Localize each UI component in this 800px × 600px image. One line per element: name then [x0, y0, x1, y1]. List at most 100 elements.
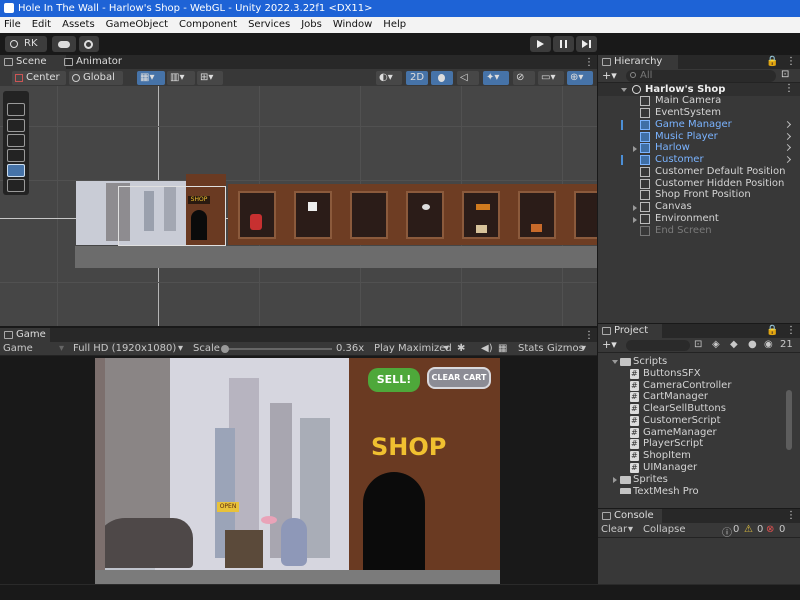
hierarchy-item-end-screen[interactable]: End Screen — [640, 225, 712, 237]
space-dropdown[interactable]: Global ▾ — [69, 71, 123, 97]
speaker-icon[interactable]: ◀) — [481, 343, 493, 354]
play-button[interactable] — [530, 36, 551, 52]
project-folder-scripts[interactable]: Scripts — [620, 356, 667, 368]
pause-button[interactable] — [553, 36, 574, 52]
project-script[interactable]: ButtonsSFX — [630, 368, 701, 380]
tab-hierarchy[interactable]: Hierarchy — [598, 55, 678, 69]
scale-tool-icon[interactable] — [7, 149, 25, 162]
search-by-label-icon[interactable]: ◈ — [712, 339, 720, 350]
info-icon[interactable]: ⓘ — [722, 524, 732, 539]
camera-settings-button[interactable]: ▭▾ — [538, 71, 564, 85]
menu-file[interactable]: File — [4, 17, 21, 33]
menu-window[interactable]: Window — [333, 17, 372, 33]
rotate-tool-icon[interactable] — [7, 134, 25, 147]
hierarchy-item-shop-front-position[interactable]: Shop Front Position — [640, 189, 751, 201]
tab-animator[interactable]: Animator — [60, 55, 126, 69]
stats-button[interactable]: Stats — [518, 343, 544, 354]
expand-scripts-arrow-icon[interactable] — [612, 360, 618, 364]
clear-options-arrow-icon[interactable]: ▾ — [628, 524, 633, 535]
step-button[interactable] — [576, 36, 597, 52]
expand-harlow-arrow-icon[interactable] — [633, 146, 637, 152]
hierarchy-item-customer[interactable]: Customer — [640, 154, 704, 166]
visibility-icon[interactable]: ◉ — [764, 339, 773, 350]
collapse-button[interactable]: Collapse — [643, 524, 686, 535]
menu-jobs[interactable]: Jobs — [301, 17, 322, 33]
scale-slider[interactable] — [221, 345, 332, 353]
gizmos-toggle[interactable]: ⊕▾ — [567, 71, 593, 85]
effects-toggle[interactable]: ✦▾ — [483, 71, 509, 85]
game-view[interactable]: OPEN SELL! CLEAR CART SHOP — [95, 358, 500, 584]
vsync-icon[interactable]: ▦ — [498, 343, 507, 354]
menu-component[interactable]: Component — [179, 17, 237, 33]
menu-help[interactable]: Help — [383, 17, 406, 33]
resolution-dropdown[interactable]: Full HD (1920x1080) — [73, 343, 176, 354]
rect-tool-icon[interactable] — [7, 164, 25, 177]
cloud-button[interactable] — [52, 36, 76, 52]
clear-cart-button[interactable]: CLEAR CART — [427, 367, 491, 389]
menu-services[interactable]: Services — [248, 17, 290, 33]
menu-assets[interactable]: Assets — [62, 17, 95, 33]
game-panel-menu-icon[interactable]: ⋮ — [584, 330, 594, 341]
hierarchy-item-main-camera[interactable]: Main Camera — [640, 95, 721, 107]
project-script[interactable]: UIManager — [630, 462, 697, 474]
hierarchy-item-environment[interactable]: Environment — [640, 213, 719, 225]
tab-game[interactable]: Game — [0, 328, 50, 342]
hierarchy-item-canvas[interactable]: Canvas — [640, 201, 692, 213]
hierarchy-item-harlow[interactable]: Harlow — [640, 142, 690, 154]
console-menu-icon[interactable]: ⋮ — [786, 510, 796, 521]
move-tool-icon[interactable] — [7, 119, 25, 132]
hierarchy-search-input[interactable]: All — [626, 70, 776, 82]
settings-button[interactable] — [79, 36, 99, 52]
project-script[interactable]: ShopItem — [630, 450, 691, 462]
hidden-objects-toggle[interactable]: ⊘ — [513, 71, 535, 85]
project-script[interactable]: CartManager — [630, 391, 708, 403]
transform-tool-icon[interactable] — [7, 179, 25, 192]
create-asset-button[interactable]: +▾ — [602, 338, 617, 351]
menu-gameobject[interactable]: GameObject — [106, 17, 168, 33]
play-mode-dropdown[interactable]: Play Maximized — [374, 343, 452, 354]
project-folder-textmesh-pro[interactable]: TextMesh Pro — [620, 486, 790, 494]
tag-icon[interactable]: ◆ — [730, 339, 738, 350]
clear-button[interactable]: Clear — [601, 524, 627, 535]
project-scrollbar[interactable] — [786, 390, 792, 450]
hidden-packages-icon[interactable]: ● — [748, 339, 757, 350]
tab-scene[interactable]: Scene — [0, 55, 66, 69]
gizmos-button[interactable]: Gizmos — [547, 343, 584, 354]
hand-tool-icon[interactable] — [7, 103, 25, 116]
lock-icon[interactable]: 🔒 — [766, 325, 778, 336]
scene-panel-menu-icon[interactable]: ⋮ — [584, 57, 594, 68]
expand-sprites-arrow-icon[interactable] — [613, 477, 617, 483]
align-button[interactable]: ⊞▾ — [197, 71, 223, 85]
increment-snap-button[interactable]: ▥▾ — [167, 71, 195, 85]
hierarchy-item-game-manager[interactable]: Game Manager — [640, 119, 732, 131]
project-script[interactable]: PlayerScript — [630, 438, 703, 450]
scale-slider-handle[interactable] — [221, 345, 229, 353]
search-options-icon[interactable]: ⊡ — [781, 69, 789, 80]
expand-arrow-icon[interactable] — [621, 88, 627, 92]
expand-environment-arrow-icon[interactable] — [633, 217, 637, 223]
project-search-input[interactable] — [626, 340, 690, 351]
menu-edit[interactable]: Edit — [32, 17, 51, 33]
shading-mode-button[interactable]: ◐▾ — [376, 71, 402, 85]
project-script[interactable]: ClearSellButtons — [630, 403, 726, 415]
project-script[interactable]: CustomerScript — [630, 415, 721, 427]
bug-icon[interactable]: ✱ — [457, 343, 465, 354]
add-object-button[interactable]: +▾ — [602, 69, 617, 82]
lighting-toggle[interactable] — [431, 71, 453, 85]
expand-canvas-arrow-icon[interactable] — [633, 205, 637, 211]
grid-snap-button[interactable]: ▦▾ — [137, 71, 165, 85]
error-icon[interactable]: ⊗ — [766, 524, 774, 535]
hierarchy-item-customer-default-position[interactable]: Customer Default Position — [640, 166, 785, 178]
tab-project[interactable]: Project — [598, 324, 662, 338]
tab-console[interactable]: Console — [598, 509, 662, 523]
pivot-dropdown[interactable]: Center ▾ — [12, 71, 66, 97]
project-menu-icon[interactable]: ⋮ — [786, 325, 796, 336]
hierarchy-menu-icon[interactable]: ⋮ — [786, 56, 796, 67]
search-by-type-icon[interactable]: ⊡ — [694, 339, 702, 350]
audio-toggle[interactable]: ◁ — [457, 71, 479, 85]
account-button[interactable]: RK — [5, 36, 47, 52]
hierarchy-item-eventsystem[interactable]: EventSystem — [640, 107, 721, 119]
mode-2d-toggle[interactable]: 2D — [406, 71, 428, 85]
display-dropdown[interactable]: Game — [3, 343, 33, 354]
sell-button[interactable]: SELL! — [368, 368, 420, 392]
